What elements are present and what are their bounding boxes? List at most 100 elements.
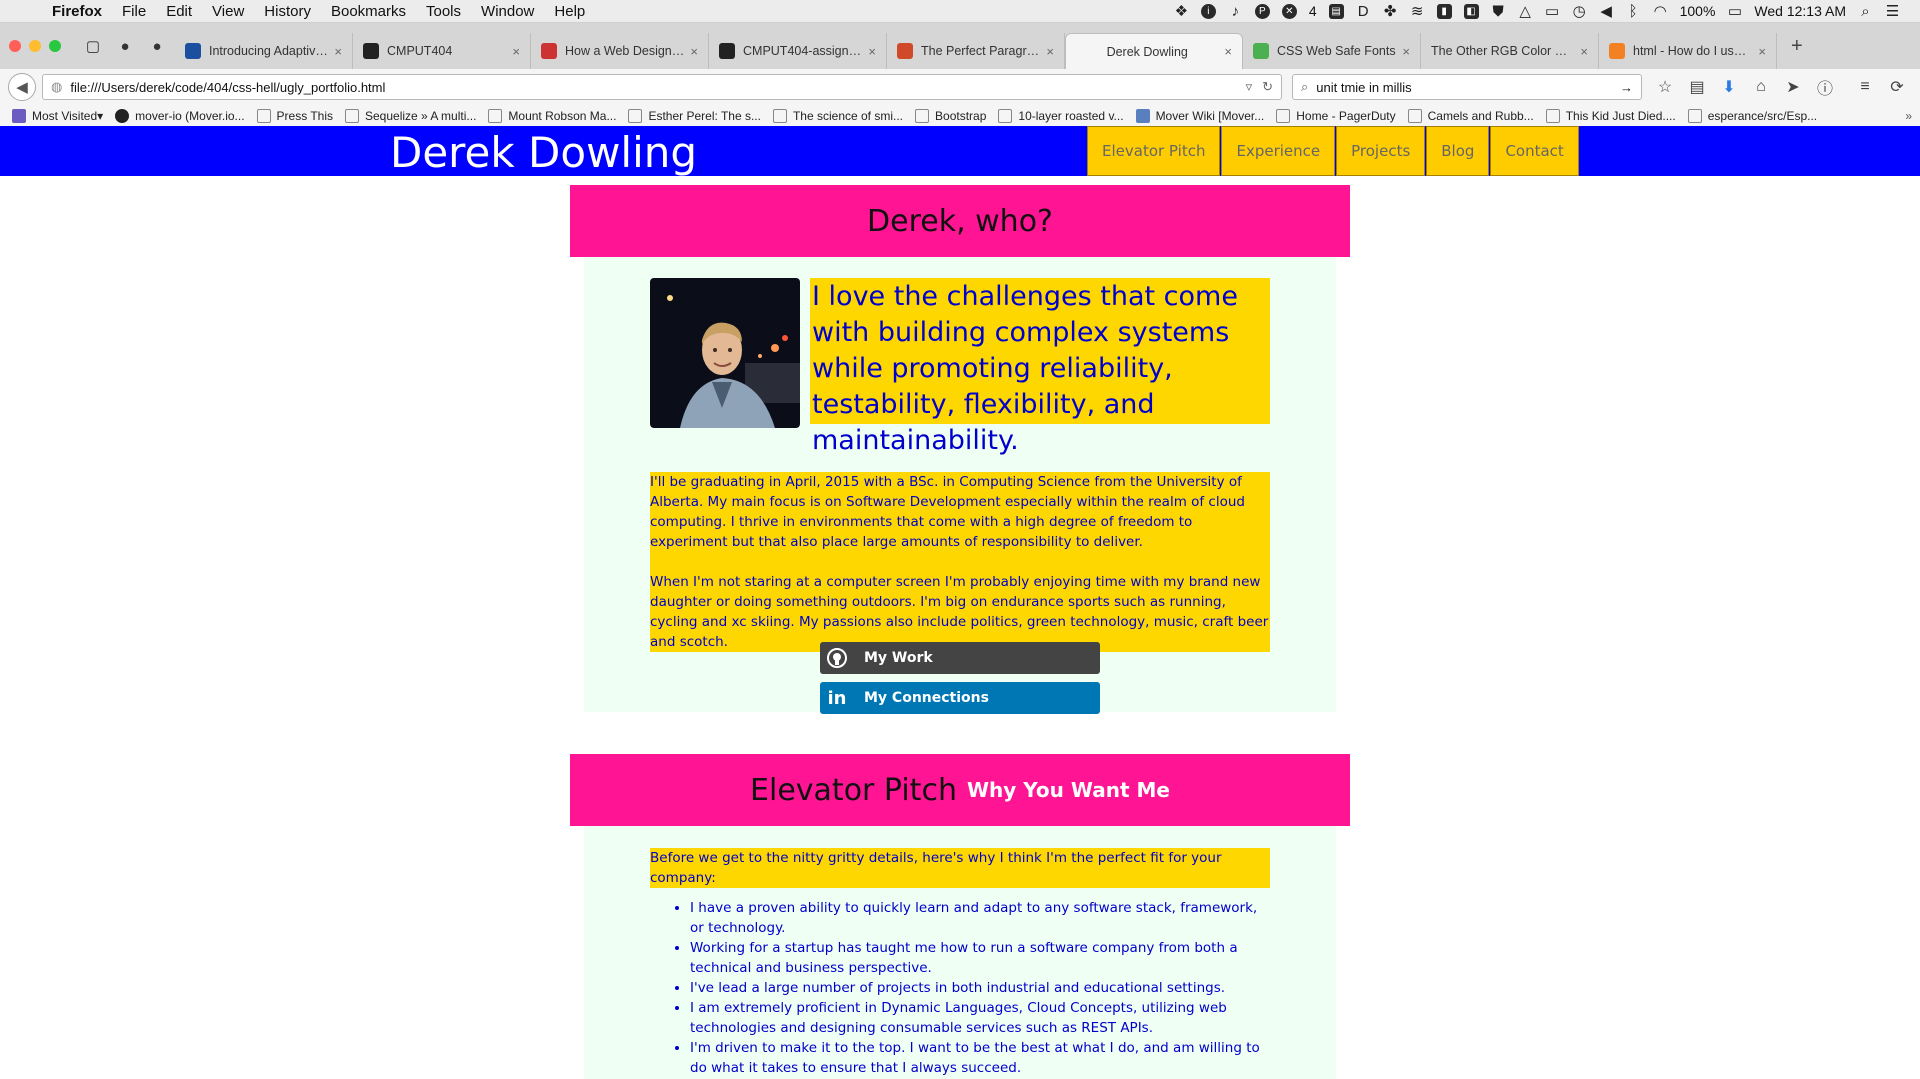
url-text[interactable]: file:///Users/derek/code/404/css-hell/ug…: [70, 80, 1235, 95]
pinned-tab-blank[interactable]: ▢: [79, 32, 107, 60]
nav-elevator-pitch[interactable]: Elevator Pitch: [1087, 126, 1221, 176]
dropdown-arrow-icon[interactable]: ▿: [1246, 79, 1253, 95]
nav-blog[interactable]: Blog: [1426, 126, 1490, 176]
search-input[interactable]: unit tmie in millis: [1316, 80, 1620, 95]
bookmark-item[interactable]: 10-layer roasted v...: [998, 108, 1124, 123]
send-tab-icon[interactable]: ➤: [1784, 77, 1802, 97]
close-tab-icon[interactable]: ×: [1224, 44, 1232, 59]
close-tab-icon[interactable]: ×: [868, 44, 876, 59]
shield-icon[interactable]: ⛊: [1491, 4, 1506, 19]
menu-app-firefox[interactable]: Firefox: [52, 3, 102, 20]
bookmarks-overflow-icon[interactable]: »: [1905, 109, 1912, 123]
bookmark-label: Esther Perel: The s...: [648, 108, 761, 123]
menu-file[interactable]: File: [122, 3, 146, 20]
clipboard-icon[interactable]: ▮: [1436, 3, 1452, 19]
close-tab-icon[interactable]: ×: [1758, 44, 1766, 59]
menu-history[interactable]: History: [264, 3, 311, 20]
menu-edit[interactable]: Edit: [166, 3, 192, 20]
close-tab-icon[interactable]: ×: [1580, 44, 1588, 59]
extension-icon[interactable]: ⓘ: [1816, 75, 1834, 99]
minimize-window-button[interactable]: [29, 40, 41, 52]
close-tab-icon[interactable]: ×: [334, 44, 342, 59]
close-tab-icon[interactable]: ×: [690, 44, 698, 59]
close-tab-icon[interactable]: ×: [1402, 44, 1410, 59]
notification-bell-icon[interactable]: ♪: [1228, 4, 1243, 19]
spotlight-search-icon[interactable]: ⌕: [1858, 4, 1873, 19]
nav-experience[interactable]: Experience: [1221, 126, 1336, 176]
chevron-down-icon: ▾: [97, 108, 104, 123]
browser-tab[interactable]: CMPUT404 ×: [353, 33, 531, 69]
google-drive-icon[interactable]: △: [1518, 4, 1533, 19]
app-status-icon[interactable]: ▤: [1328, 3, 1344, 19]
github-icon: [719, 43, 735, 59]
browser-tab[interactable]: CSS Web Safe Fonts ×: [1243, 33, 1421, 69]
close-tab-icon[interactable]: ×: [512, 44, 520, 59]
search-bar[interactable]: ⌕ unit tmie in millis →: [1292, 74, 1642, 100]
home-icon[interactable]: ⌂: [1752, 78, 1770, 96]
bookmark-item[interactable]: mover-io (Mover.io...: [115, 108, 245, 123]
tab-title: CMPUT404-assignme...: [743, 44, 862, 58]
pinned-tab-github-icon[interactable]: ●: [143, 32, 171, 60]
nav-projects[interactable]: Projects: [1336, 126, 1426, 176]
reload-icon[interactable]: ↻: [1262, 79, 1273, 95]
menu-tools[interactable]: Tools: [426, 3, 461, 20]
bookmark-star-icon[interactable]: ☆: [1656, 77, 1674, 97]
browser-tab[interactable]: Derek Dowling ×: [1065, 33, 1243, 69]
dash-icon[interactable]: D: [1356, 4, 1371, 19]
pushbullet-icon[interactable]: P: [1254, 3, 1270, 19]
zoom-window-button[interactable]: [49, 40, 61, 52]
tasks-icon[interactable]: ✕: [1281, 3, 1297, 19]
bookmark-item[interactable]: The science of smi...: [772, 108, 904, 123]
browser-tab[interactable]: Introducing Adaptive P... ×: [175, 33, 353, 69]
browser-tab[interactable]: How a Web Design Go... ×: [531, 33, 709, 69]
hamburger-menu-icon[interactable]: ≡: [1856, 78, 1874, 96]
new-tab-button[interactable]: +: [1791, 35, 1803, 58]
bookmark-item[interactable]: esperance/src/Esp...: [1687, 108, 1817, 123]
menubar-clock[interactable]: Wed 12:13 AM: [1754, 3, 1846, 19]
close-tab-icon[interactable]: ×: [1046, 44, 1054, 59]
info-status-icon[interactable]: i: [1200, 3, 1216, 19]
bookmark-item[interactable]: Press This: [256, 108, 333, 123]
search-go-arrow-icon[interactable]: →: [1620, 80, 1633, 95]
menu-bookmarks[interactable]: Bookmarks: [331, 3, 406, 20]
browser-tab[interactable]: html - How do I use a ... ×: [1599, 33, 1777, 69]
menu-window[interactable]: Window: [481, 3, 534, 20]
browser-tab[interactable]: The Perfect Paragraph ... ×: [887, 33, 1065, 69]
battery-icon[interactable]: ▭: [1727, 4, 1742, 19]
bookmark-item[interactable]: Esther Perel: The s...: [628, 108, 761, 123]
downloads-icon[interactable]: ⬇: [1720, 77, 1738, 97]
bookmark-item[interactable]: Sequelize » A multi...: [345, 108, 476, 123]
evernote-icon[interactable]: ✤: [1383, 4, 1398, 19]
nav-contact[interactable]: Contact: [1490, 126, 1579, 176]
close-window-button[interactable]: [9, 40, 21, 52]
dropbox-icon[interactable]: ❖: [1174, 4, 1189, 19]
bluetooth-icon[interactable]: ᛒ: [1626, 4, 1641, 19]
sync-icon[interactable]: ⟳: [1888, 77, 1906, 97]
bookmark-label: The science of smi...: [792, 108, 904, 123]
github-button[interactable]: My Work: [820, 642, 1100, 674]
back-button[interactable]: ◀: [8, 73, 36, 101]
bookmark-item[interactable]: Home - PagerDuty: [1276, 108, 1396, 123]
volume-icon[interactable]: ◀: [1599, 4, 1614, 19]
menu-view[interactable]: View: [212, 3, 244, 20]
browser-tab[interactable]: The Other RGB Color Chart ×: [1421, 33, 1599, 69]
notification-center-icon[interactable]: ☰: [1885, 4, 1900, 19]
menu-help[interactable]: Help: [554, 3, 585, 20]
bookmark-item[interactable]: Most Visited ▾: [12, 108, 104, 123]
bookmark-item[interactable]: This Kid Just Died....: [1545, 108, 1676, 123]
browser-tab[interactable]: CMPUT404-assignme... ×: [709, 33, 887, 69]
bookmark-item[interactable]: Mover Wiki [Mover...: [1135, 108, 1264, 123]
time-machine-icon[interactable]: ◷: [1572, 4, 1587, 19]
reading-list-icon[interactable]: ▤: [1688, 77, 1706, 97]
pinned-tab-github-icon[interactable]: ●: [111, 32, 139, 60]
linkedin-button[interactable]: in My Connections: [820, 682, 1100, 714]
address-bar[interactable]: ◍ file:///Users/derek/code/404/css-hell/…: [42, 74, 1282, 100]
bookmark-item[interactable]: Bootstrap: [915, 108, 986, 123]
airplay-icon[interactable]: ▭: [1545, 4, 1560, 19]
flux-icon[interactable]: ≋: [1410, 4, 1425, 19]
hipchat-icon[interactable]: ◧: [1463, 3, 1479, 19]
bookmark-item[interactable]: Mount Robson Ma...: [488, 108, 616, 123]
wifi-icon[interactable]: ◠: [1653, 4, 1668, 19]
bookmark-label: Press This: [276, 108, 333, 123]
bookmark-item[interactable]: Camels and Rubb...: [1407, 108, 1534, 123]
